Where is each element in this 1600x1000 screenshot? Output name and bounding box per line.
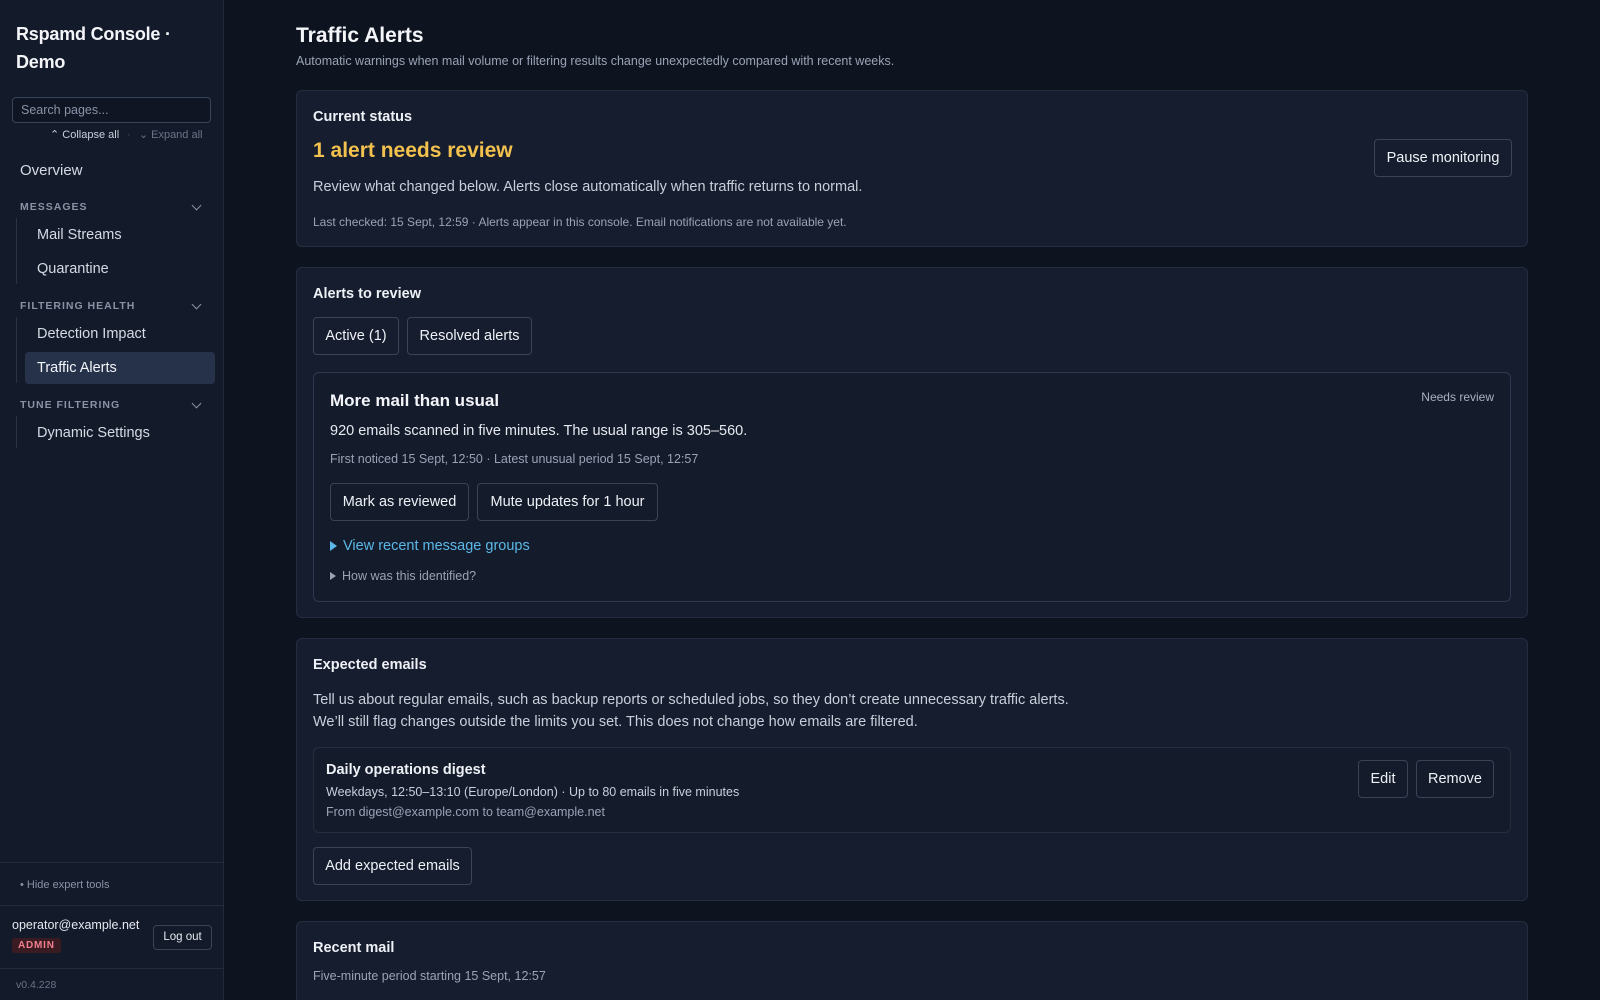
expected-emails-card: Expected emails Tell us about regular em… <box>296 638 1528 901</box>
version-label: v0.4.228 <box>16 979 57 991</box>
sidebar-item-traffic-alerts[interactable]: Traffic Alerts <box>25 352 215 384</box>
alert-description: 920 emails scanned in five minutes. The … <box>330 423 748 439</box>
alert-title: More mail than usual <box>330 391 500 410</box>
expected-email-name: Daily operations digest <box>326 762 486 778</box>
triangle-right-icon <box>330 572 336 580</box>
recent-mail-subtitle: Five-minute period starting 15 Sept, 12:… <box>313 969 546 983</box>
tab-active[interactable]: Active (1) <box>313 317 399 355</box>
brand-title: Rspamd Console · Demo <box>16 24 171 72</box>
card-title: Alerts to review <box>313 286 421 302</box>
add-expected-emails-button[interactable]: Add expected emails <box>313 847 472 885</box>
separator: · <box>127 128 131 141</box>
divider <box>0 905 224 906</box>
chevron-down-icon <box>191 200 202 211</box>
status-description: Review what changed below. Alerts close … <box>313 179 863 195</box>
view-message-groups-disclosure[interactable]: View recent message groups <box>330 538 530 554</box>
status-badge: Needs review <box>1421 390 1494 404</box>
expand-all-button[interactable]: ⌄ Expand all <box>139 128 203 141</box>
remove-button[interactable]: Remove <box>1416 760 1494 798</box>
status-meta: Last checked: 15 Sept, 12:59 · Alerts ap… <box>313 215 847 229</box>
expected-email-item: Daily operations digest Weekdays, 12:50–… <box>313 747 1511 833</box>
page-subtitle: Automatic warnings when mail volume or f… <box>296 54 895 68</box>
divider <box>0 862 224 863</box>
sidebar-item-quarantine[interactable]: Quarantine <box>25 253 215 285</box>
collapse-all-button[interactable]: ⌃ Collapse all <box>50 128 119 141</box>
role-badge: ADMIN <box>12 938 61 953</box>
expected-email-schedule: Weekdays, 12:50–13:10 (Europe/London) · … <box>326 785 740 799</box>
collapse-controls: ⌃ Collapse all · ⌄ Expand all <box>50 128 203 142</box>
group-indent-line <box>16 218 17 284</box>
edit-button[interactable]: Edit <box>1358 760 1408 798</box>
pause-monitoring-button[interactable]: Pause monitoring <box>1374 139 1512 177</box>
alert-meta: First noticed 15 Sept, 12:50 · Latest un… <box>330 452 699 466</box>
divider <box>0 968 224 969</box>
sidebar-item-overview[interactable]: Overview <box>12 156 212 186</box>
current-status-card: Current status 1 alert needs review Revi… <box>296 90 1528 247</box>
card-title: Expected emails <box>313 657 427 673</box>
mute-updates-button[interactable]: Mute updates for 1 hour <box>477 483 658 521</box>
group-header-messages[interactable]: MESSAGES <box>20 199 204 215</box>
group-header-filtering-health[interactable]: FILTERING HEALTH <box>20 298 204 314</box>
how-identified-disclosure[interactable]: How was this identified? <box>330 569 476 583</box>
recent-mail-card: Recent mail Five-minute period starting … <box>296 921 1528 1000</box>
chevron-down-icon <box>191 299 202 310</box>
group-header-tune-filtering[interactable]: TUNE FILTERING <box>20 397 204 413</box>
group-indent-line <box>16 416 17 448</box>
expected-email-from: From digest@example.com to team@example.… <box>326 805 605 819</box>
triangle-right-icon <box>330 541 337 551</box>
sidebar-item-dynamic-settings[interactable]: Dynamic Settings <box>25 417 215 449</box>
page-title: Traffic Alerts <box>296 24 424 47</box>
card-title: Recent mail <box>313 940 395 956</box>
tab-resolved[interactable]: Resolved alerts <box>407 317 532 355</box>
card-title: Current status <box>313 109 413 125</box>
chevron-down-icon <box>191 398 202 409</box>
group-indent-line <box>16 317 17 383</box>
alerts-card: Alerts to review Active (1) Resolved ale… <box>296 267 1528 618</box>
alert-item: More mail than usual Needs review 920 em… <box>313 372 1511 602</box>
user-email: operator@example.net <box>12 918 140 932</box>
main-content: Traffic Alerts Automatic warnings when m… <box>296 0 1528 1000</box>
status-headline: 1 alert needs review <box>313 139 513 162</box>
hide-expert-tools-toggle[interactable]: • Hide expert tools <box>20 879 109 891</box>
sidebar-item-detection-impact[interactable]: Detection Impact <box>25 318 215 350</box>
sidebar-item-mail-streams[interactable]: Mail Streams <box>25 219 215 251</box>
expected-emails-description: Tell us about regular emails, such as ba… <box>313 692 1069 730</box>
mark-reviewed-button[interactable]: Mark as reviewed <box>330 483 469 521</box>
search-pages-input[interactable] <box>12 97 211 123</box>
logout-button[interactable]: Log out <box>153 925 212 950</box>
sidebar: Rspamd Console · Demo ⌃ Collapse all · ⌄… <box>0 0 224 1000</box>
